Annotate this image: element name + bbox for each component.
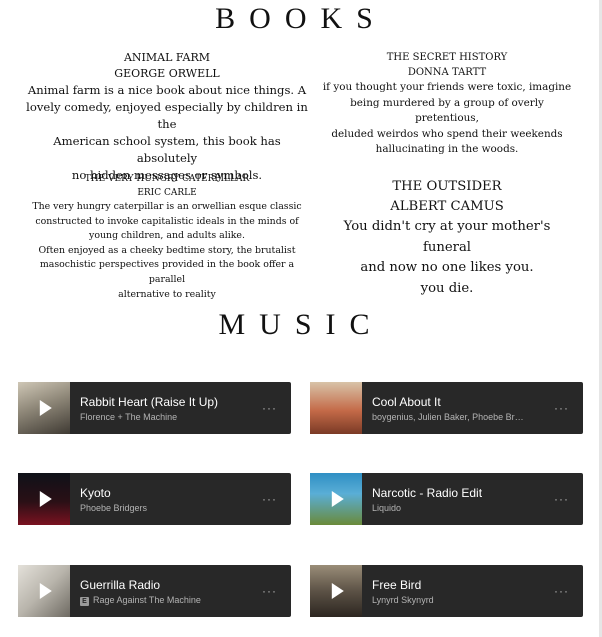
track-artist[interactable]: boygenius, Julien Baker, Phoebe Br…	[372, 412, 524, 422]
album-art	[310, 473, 362, 525]
book-the-outsider: THE OUTSIDER ALBERT CAMUS You didn't cry…	[322, 177, 572, 299]
book-animal-farm: ANIMAL FARM GEORGE ORWELL Animal farm is…	[22, 50, 312, 184]
album-art	[18, 382, 70, 434]
book-author: GEORGE ORWELL	[114, 67, 220, 80]
track-artist[interactable]: Florence + The Machine	[80, 412, 177, 422]
track-artist[interactable]: Liquido	[372, 503, 401, 513]
book-blurb: You didn't cry at your mother's funeral …	[343, 219, 551, 296]
track-name[interactable]: Kyoto	[80, 486, 111, 500]
play-icon[interactable]	[331, 583, 344, 599]
book-author: ERIC CARLE	[137, 188, 197, 198]
explicit-badge: E	[80, 597, 89, 606]
more-options-icon[interactable]: ···	[262, 492, 277, 506]
book-author: DONNA TARTT	[407, 67, 487, 78]
album-art	[18, 565, 70, 617]
book-title: THE SECRET HISTORY	[386, 52, 508, 63]
book-title: THE VERY HUNGRY CATERPILLAR	[84, 174, 250, 184]
book-hungry-caterpillar: THE VERY HUNGRY CATERPILLAR ERIC CARLE T…	[22, 172, 312, 302]
more-options-icon[interactable]: ···	[262, 584, 277, 598]
more-options-icon[interactable]: ···	[554, 492, 569, 506]
album-art	[310, 382, 362, 434]
book-blurb: if you thought your friends were toxic, …	[322, 81, 572, 155]
spotify-embed-cool-about-it[interactable]: Cool About It boygenius, Julien Baker, P…	[310, 382, 583, 434]
track-name[interactable]: Cool About It	[372, 395, 441, 409]
book-blurb: The very hungry caterpillar is an orwell…	[32, 201, 302, 300]
track-name[interactable]: Narcotic - Radio Edit	[372, 486, 482, 500]
track-name[interactable]: Rabbit Heart (Raise It Up)	[80, 395, 218, 409]
track-artist[interactable]: E Rage Against The Machine	[80, 595, 201, 606]
track-artist-name[interactable]: Rage Against The Machine	[93, 595, 201, 605]
book-title: ANIMAL FARM	[123, 51, 211, 64]
book-author: ALBERT CAMUS	[390, 199, 504, 214]
spotify-embed-rabbit-heart[interactable]: Rabbit Heart (Raise It Up) Florence + Th…	[18, 382, 291, 434]
book-title: THE OUTSIDER	[392, 179, 502, 194]
play-icon[interactable]	[331, 491, 344, 507]
books-heading: BOOKS	[215, 2, 387, 35]
track-name[interactable]: Free Bird	[372, 578, 421, 592]
music-heading: MUSIC	[218, 308, 384, 341]
more-options-icon[interactable]: ···	[554, 584, 569, 598]
play-icon[interactable]	[39, 491, 52, 507]
spotify-embed-guerrilla-radio[interactable]: Guerrilla Radio E Rage Against The Machin…	[18, 565, 291, 617]
album-art	[18, 473, 70, 525]
spotify-embed-narcotic[interactable]: Narcotic - Radio Edit Liquido ···	[310, 473, 583, 525]
book-blurb: Animal farm is a nice book about nice th…	[26, 83, 308, 182]
book-secret-history: THE SECRET HISTORY DONNA TARTT if you th…	[322, 50, 572, 158]
track-name[interactable]: Guerrilla Radio	[80, 578, 160, 592]
track-artist[interactable]: Lynyrd Skynyrd	[372, 595, 434, 605]
spotify-embed-kyoto[interactable]: Kyoto Phoebe Bridgers ···	[18, 473, 291, 525]
more-options-icon[interactable]: ···	[262, 401, 277, 415]
play-icon[interactable]	[39, 583, 52, 599]
album-art	[310, 565, 362, 617]
play-icon[interactable]	[39, 400, 52, 416]
spotify-embed-free-bird[interactable]: Free Bird Lynyrd Skynyrd ···	[310, 565, 583, 617]
track-artist[interactable]: Phoebe Bridgers	[80, 503, 147, 513]
more-options-icon[interactable]: ···	[554, 401, 569, 415]
